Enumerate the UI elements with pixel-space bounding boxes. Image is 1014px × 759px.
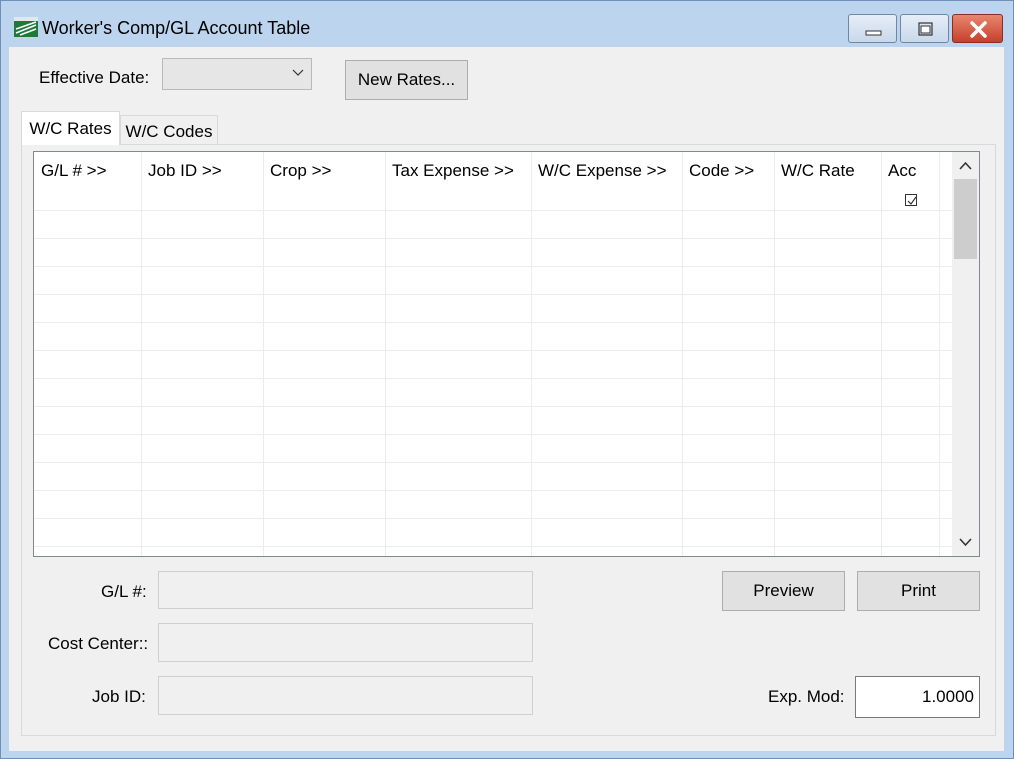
job-id-field[interactable] xyxy=(158,676,533,715)
minimize-button[interactable] xyxy=(848,14,897,43)
column-header-wc-expense[interactable]: W/C Expense >> xyxy=(538,161,667,181)
cost-center-field[interactable] xyxy=(158,623,533,662)
column-header-gl[interactable]: G/L # >> xyxy=(41,161,107,181)
cost-center-label: Cost Center:: xyxy=(48,634,149,653)
close-icon xyxy=(970,21,987,38)
print-button[interactable]: Print xyxy=(857,571,980,611)
column-header-code[interactable]: Code >> xyxy=(689,161,754,181)
chevron-up-icon xyxy=(959,161,972,170)
grid-vertical-scrollbar[interactable] xyxy=(952,152,979,556)
scroll-thumb[interactable] xyxy=(954,179,977,259)
application-window: Worker's Comp/GL Account Table Effective… xyxy=(0,0,1014,759)
job-id-label: Job ID: xyxy=(92,687,146,706)
gl-label: G/L #: xyxy=(101,582,147,601)
client-area: Effective Date: New Rates... W/C Rates W… xyxy=(9,47,1004,751)
new-rates-button[interactable]: New Rates... xyxy=(345,60,468,100)
acc-header-checkbox[interactable] xyxy=(905,194,917,206)
column-header-acc: Acc xyxy=(888,161,917,180)
window-title: Worker's Comp/GL Account Table xyxy=(42,18,311,38)
close-button[interactable] xyxy=(952,14,1003,43)
wc-rates-grid[interactable]: G/L # >> Job ID >> Crop >> Tax Expense >… xyxy=(33,151,980,557)
scroll-down-button[interactable] xyxy=(952,530,979,554)
column-header-job-id[interactable]: Job ID >> xyxy=(148,161,222,181)
exp-mod-input[interactable]: 1.0000 xyxy=(855,676,980,718)
green-field-app-icon xyxy=(14,17,38,37)
checkmark-icon xyxy=(907,196,917,205)
gl-field[interactable] xyxy=(158,571,533,609)
exp-mod-label: Exp. Mod: xyxy=(768,687,845,706)
scroll-up-button[interactable] xyxy=(952,154,979,178)
tab-wc-rates[interactable]: W/C Rates xyxy=(21,111,120,145)
minimize-icon xyxy=(865,30,882,36)
effective-date-label: Effective Date: xyxy=(39,68,150,87)
title-bar[interactable]: Worker's Comp/GL Account Table xyxy=(1,1,1013,47)
chevron-down-icon xyxy=(959,538,972,547)
maximize-icon xyxy=(918,22,933,36)
maximize-button[interactable] xyxy=(900,14,949,43)
tab-wc-codes[interactable]: W/C Codes xyxy=(120,115,218,144)
column-header-tax-expense[interactable]: Tax Expense >> xyxy=(392,161,514,181)
effective-date-dropdown[interactable] xyxy=(162,58,312,90)
preview-button[interactable]: Preview xyxy=(722,571,845,611)
chevron-down-icon xyxy=(292,69,304,76)
column-header-wc-rate: W/C Rate xyxy=(781,161,855,180)
column-header-crop[interactable]: Crop >> xyxy=(270,161,331,181)
